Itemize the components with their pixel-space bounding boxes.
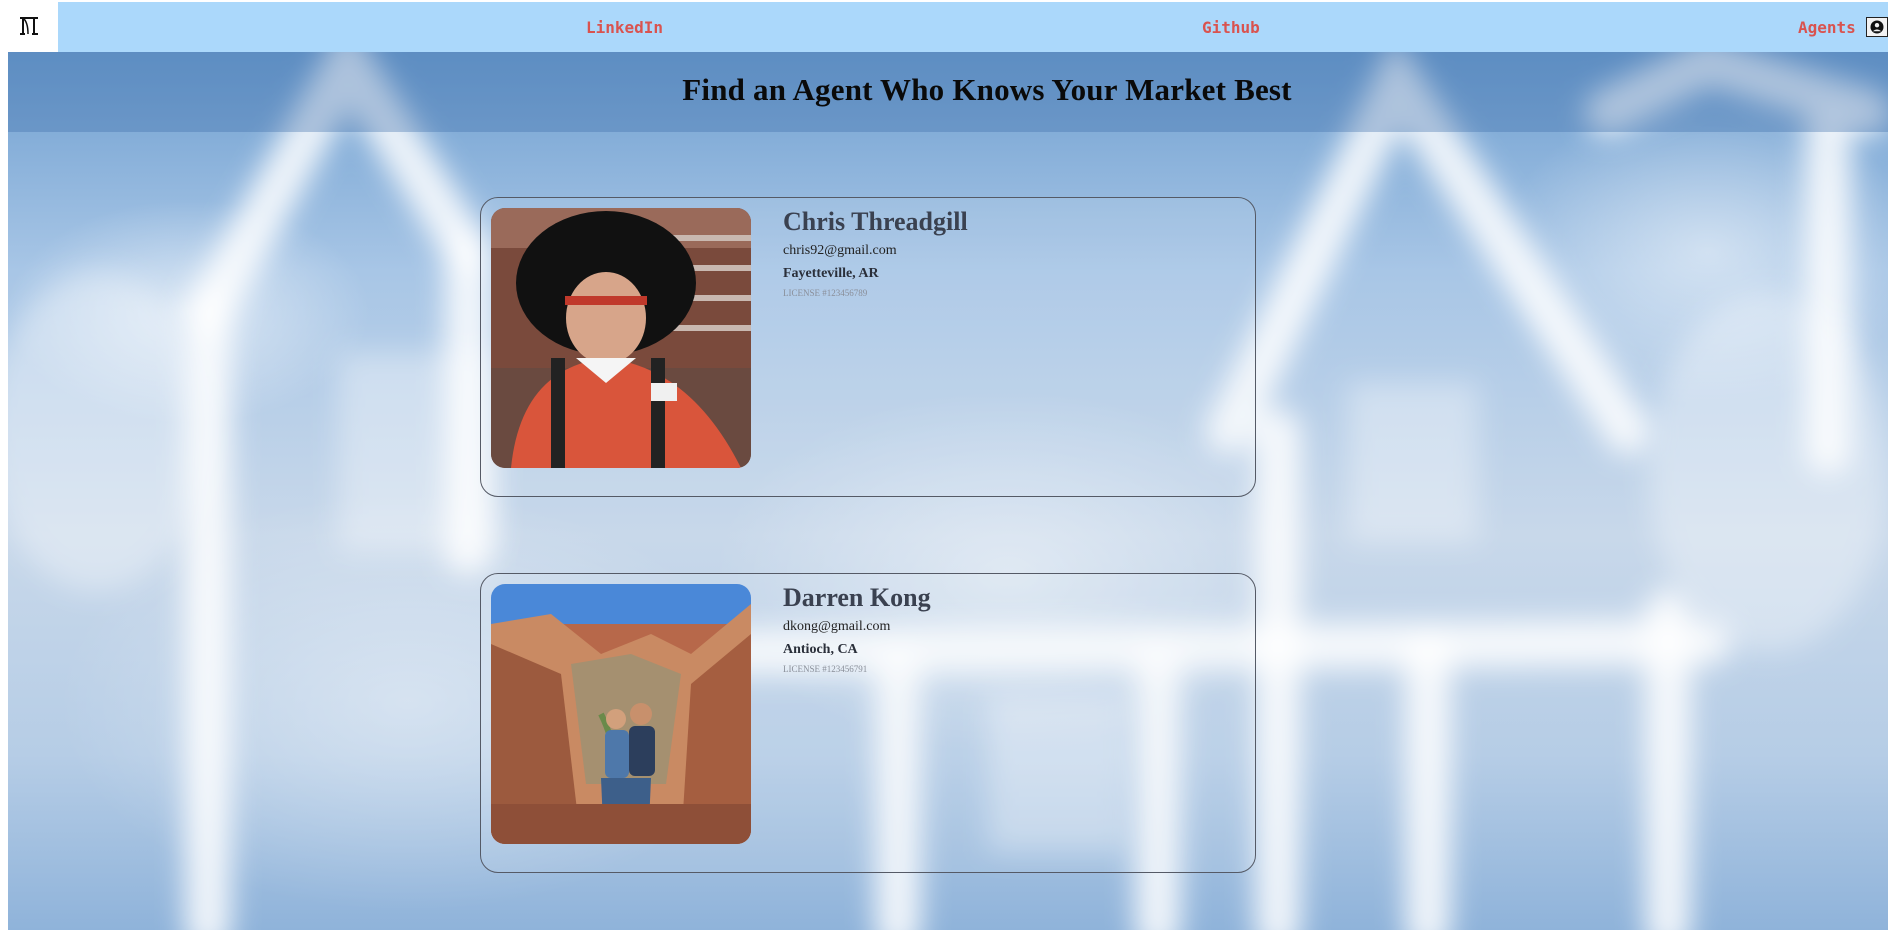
agent-photo — [491, 584, 751, 844]
door-logo-icon — [17, 14, 41, 41]
agent-location: Antioch, CA — [783, 642, 858, 657]
agent-card[interactable]: Darren Kong dkong@gmail.com Antioch, CA … — [480, 573, 1256, 873]
user-circle-icon[interactable] — [1866, 17, 1888, 37]
nav-link-linkedin[interactable]: LinkedIn — [586, 18, 663, 37]
top-navbar: LinkedIn Github Agents — [0, 2, 1888, 52]
agent-info: Chris Threadgill chris92@gmail.com Fayet… — [783, 206, 968, 299]
agent-license: LICENSE #123456789 — [783, 288, 868, 298]
agent-name: Chris Threadgill — [783, 207, 968, 236]
agent-license: LICENSE #123456791 — [783, 664, 868, 674]
nav-link-github[interactable]: Github — [1202, 18, 1260, 37]
agent-location: Fayetteville, AR — [783, 266, 879, 281]
agent-email[interactable]: dkong@gmail.com — [783, 618, 931, 636]
agent-name: Darren Kong — [783, 583, 931, 612]
agent-card[interactable]: Chris Threadgill chris92@gmail.com Fayet… — [480, 197, 1256, 497]
agent-email[interactable]: chris92@gmail.com — [783, 242, 968, 260]
page-title: Find an Agent Who Knows Your Market Best — [682, 72, 1292, 107]
agent-photo — [491, 208, 751, 468]
page: Find an Agent Who Knows Your Market Best… — [0, 0, 1888, 930]
home-logo[interactable] — [0, 2, 58, 52]
agent-info: Darren Kong dkong@gmail.com Antioch, CA … — [783, 582, 931, 675]
nav-link-agents[interactable]: Agents — [1798, 18, 1856, 37]
